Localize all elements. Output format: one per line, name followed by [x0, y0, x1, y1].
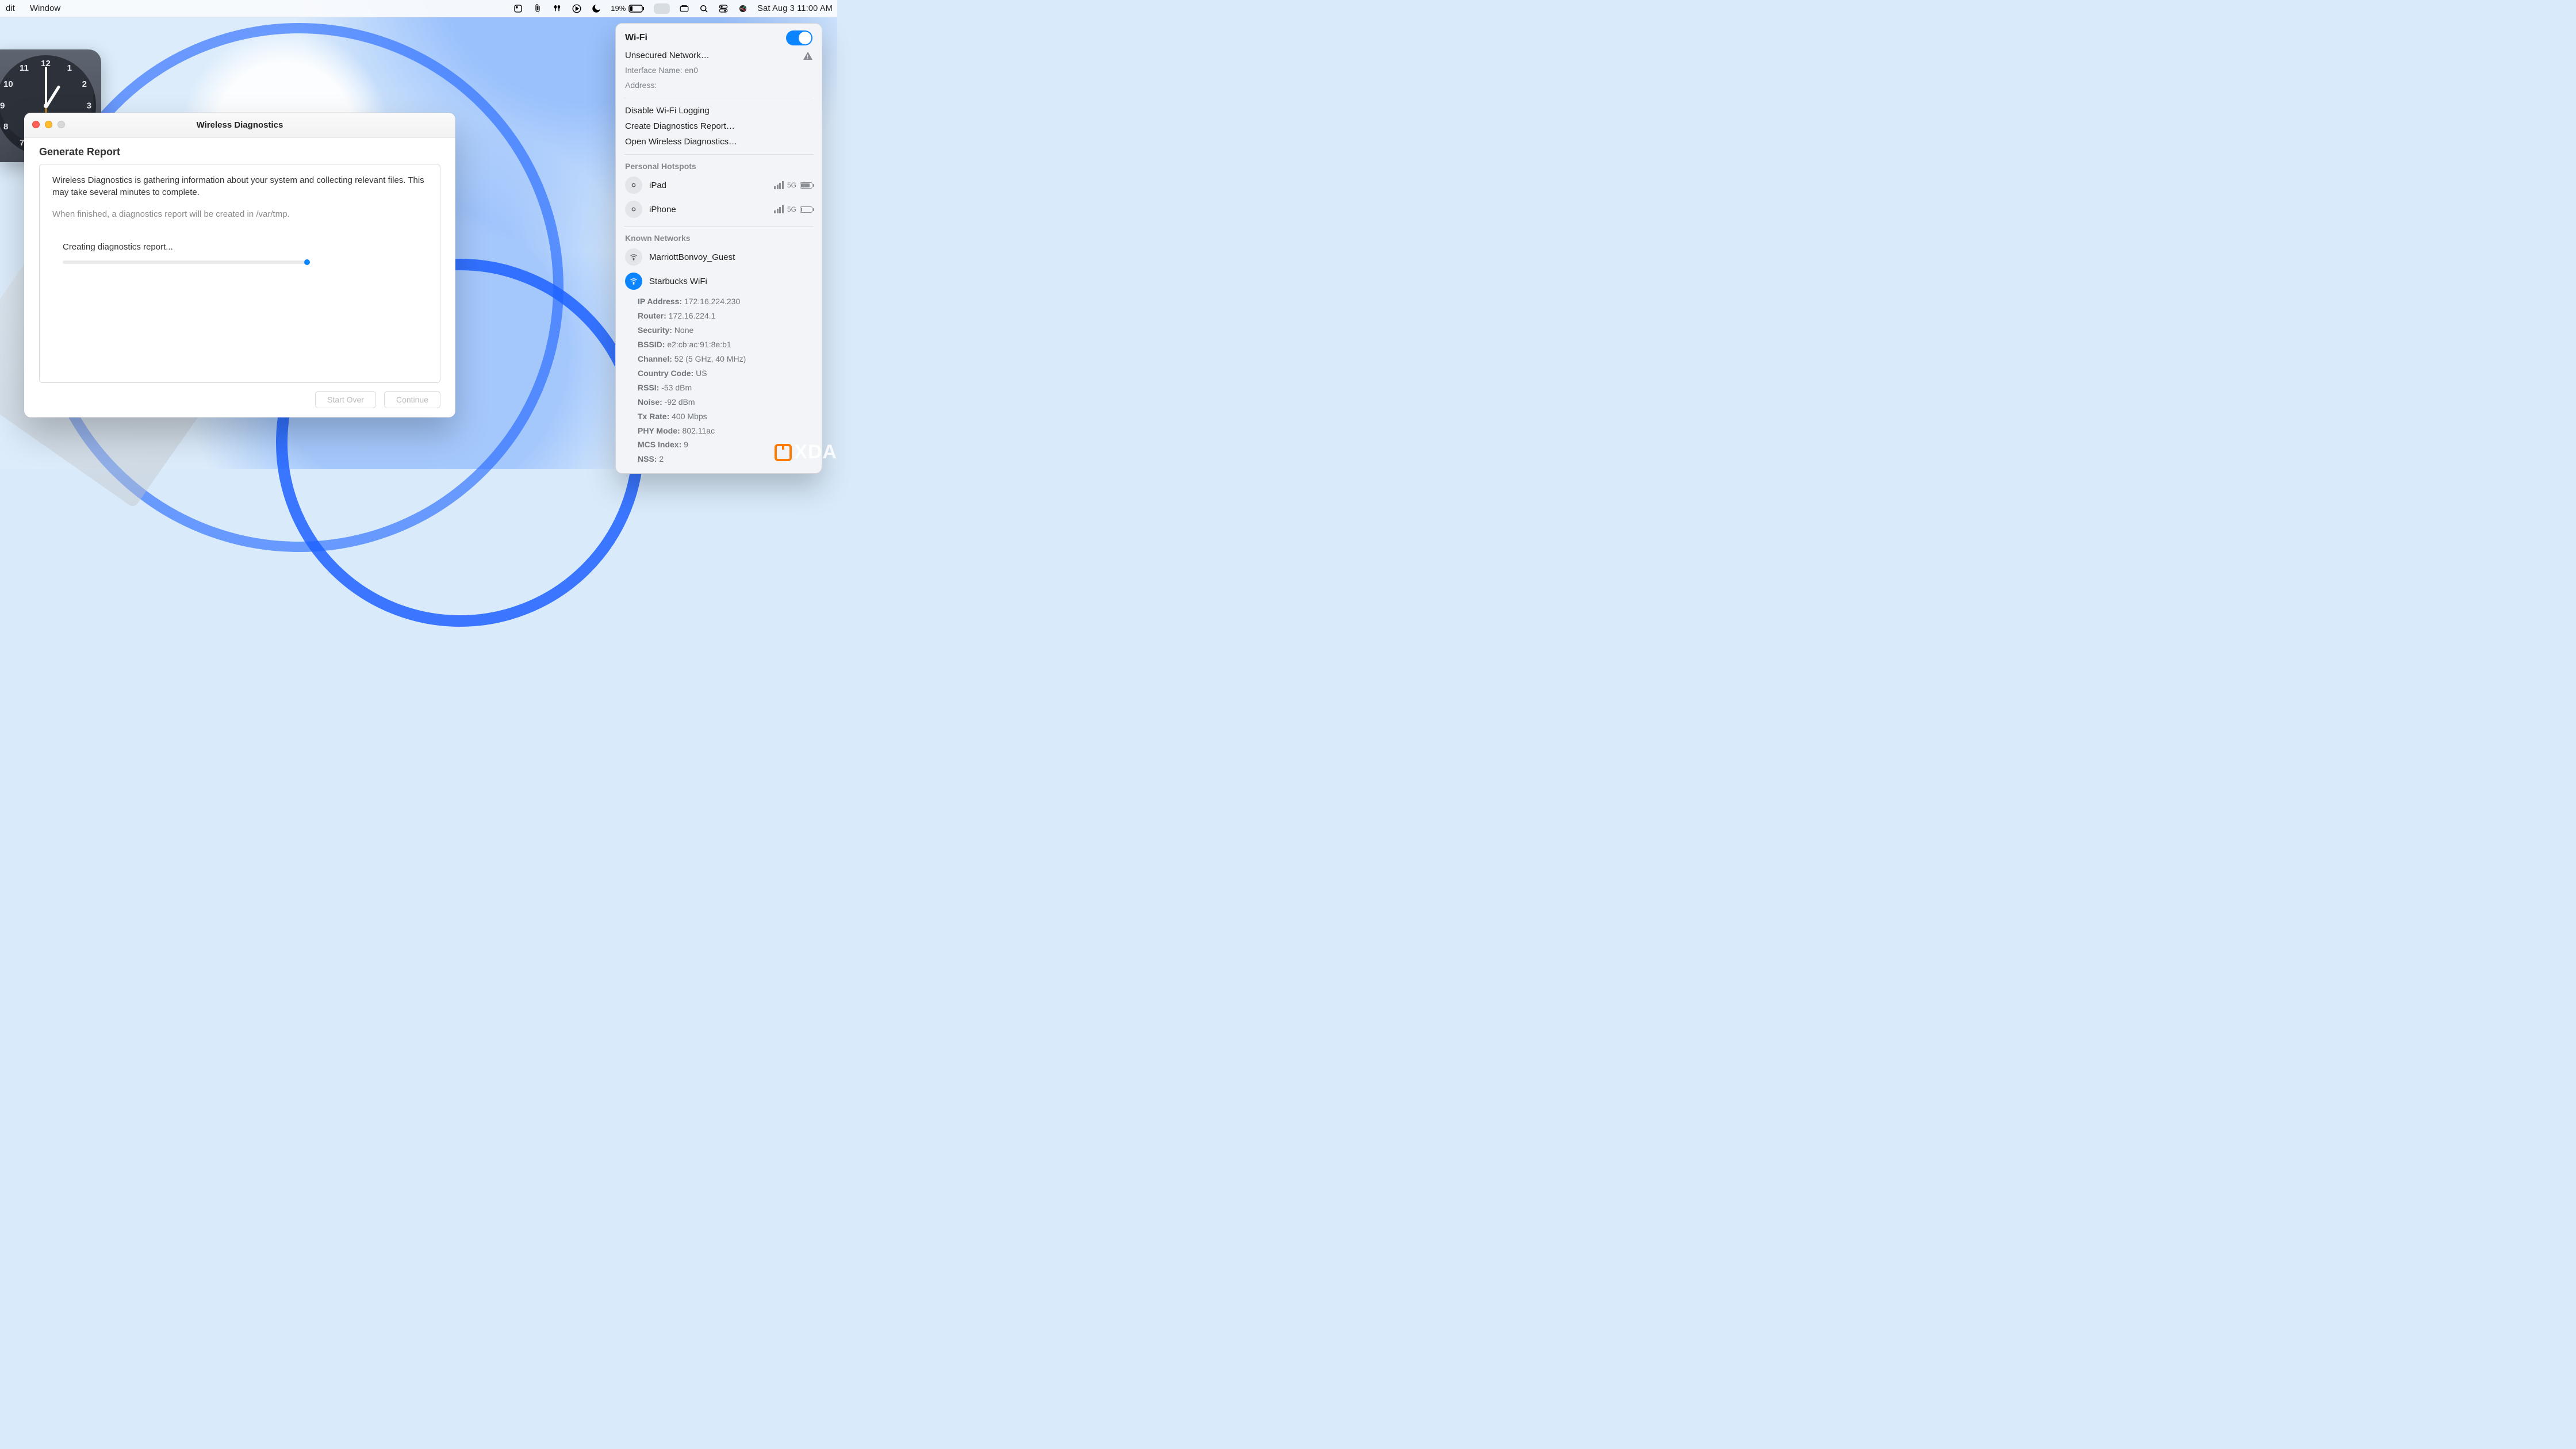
known-network-item[interactable]: MarriottBonvoy_Guest [616, 245, 822, 269]
close-window-button[interactable] [32, 121, 40, 128]
detail-row: Channel: 52 (5 GHz, 40 MHz) [638, 352, 812, 366]
network-name: MarriottBonvoy_Guest [649, 252, 812, 262]
detail-row: Tx Rate: 400 Mbps [638, 409, 812, 424]
xda-logo-icon [775, 444, 792, 461]
battery-percent-label: 19% [611, 4, 626, 13]
play-icon[interactable] [572, 3, 582, 14]
panel-text-1: Wireless Diagnostics is gathering inform… [52, 175, 427, 198]
hotspot-band: 5G [787, 205, 796, 213]
menu-item-edit[interactable]: dit [6, 3, 15, 13]
known-networks-header: Known Networks [616, 231, 822, 245]
progress-bar [63, 260, 310, 264]
detail-row: IP Address: 172.16.224.230 [638, 294, 812, 309]
spotlight-icon[interactable] [699, 3, 709, 14]
hotspot-item[interactable]: iPhone 5G [616, 197, 822, 221]
create-diagnostics-report[interactable]: Create Diagnostics Report… [616, 118, 822, 134]
wifi-menubar-icon[interactable] [654, 3, 670, 14]
airpods-icon[interactable] [552, 3, 562, 14]
xda-text: XDA [794, 441, 837, 463]
window-titlebar[interactable]: Wireless Diagnostics [24, 113, 455, 138]
detail-row: BSSID: e2:cb:ac:91:8e:b1 [638, 338, 812, 352]
stage-manager-icon[interactable] [513, 3, 523, 14]
wireless-diagnostics-window: Wireless Diagnostics Generate Report Wir… [24, 113, 455, 417]
signal-icon [774, 181, 784, 189]
detail-row: PHY Mode: 802.11ac [638, 424, 812, 438]
personal-hotspots-header: Personal Hotspots [616, 159, 822, 173]
progress-label: Creating diagnostics report... [63, 241, 427, 254]
report-panel: Wireless Diagnostics is gathering inform… [39, 164, 440, 383]
hotspot-name: iPad [649, 181, 767, 190]
window-title: Wireless Diagnostics [197, 120, 283, 130]
detail-row: Noise: -92 dBm [638, 395, 812, 409]
do-not-disturb-icon[interactable] [591, 3, 601, 14]
hotspot-battery-icon [800, 182, 812, 189]
open-wireless-diagnostics[interactable]: Open Wireless Diagnostics… [616, 134, 822, 150]
hotspot-battery-icon [800, 206, 812, 213]
section-heading: Generate Report [39, 146, 440, 158]
menu-item-window[interactable]: Window [30, 3, 60, 13]
signal-icon [774, 205, 784, 213]
zoom-window-button[interactable] [57, 121, 65, 128]
detail-row: Security: None [638, 323, 812, 338]
hotspot-name: iPhone [649, 205, 767, 214]
hotspot-icon [625, 201, 642, 218]
known-network-item-active[interactable]: Starbucks WiFi [616, 269, 822, 293]
xda-watermark: XDA [775, 441, 837, 463]
detail-row: RSSI: -53 dBm [638, 381, 812, 395]
wifi-title: Wi-Fi [625, 33, 647, 43]
unsecured-network-label[interactable]: Unsecured Network… [625, 49, 710, 62]
warning-icon [803, 52, 812, 60]
minimize-window-button[interactable] [45, 121, 52, 128]
siri-icon[interactable] [738, 3, 748, 14]
panel-text-2: When finished, a diagnostics report will… [52, 209, 427, 221]
detail-row: Country Code: US [638, 366, 812, 381]
hotspot-icon [625, 177, 642, 194]
wifi-menu-panel: Wi-Fi Unsecured Network… Interface Name:… [615, 23, 822, 474]
continue-button[interactable]: Continue [384, 391, 440, 408]
wifi-toggle[interactable] [786, 30, 812, 45]
disable-wifi-logging[interactable]: Disable Wi-Fi Logging [616, 103, 822, 118]
interface-row: Interface Name: en0 [625, 64, 698, 77]
address-row: Address: [625, 79, 657, 92]
hotspot-band: 5G [787, 181, 796, 189]
keyboard-input-icon[interactable] [679, 3, 689, 14]
battery-status[interactable]: 19% [611, 4, 645, 13]
attachment-icon[interactable] [532, 3, 543, 14]
start-over-button[interactable]: Start Over [315, 391, 376, 408]
detail-row: Router: 172.16.224.1 [638, 309, 812, 323]
wifi-icon [625, 248, 642, 266]
network-name: Starbucks WiFi [649, 277, 812, 286]
menubar: dit Window 19% [0, 0, 837, 17]
menubar-clock[interactable]: Sat Aug 3 11:00 AM [757, 4, 833, 13]
wifi-icon [625, 273, 642, 290]
hotspot-item[interactable]: iPad 5G [616, 173, 822, 197]
control-center-icon[interactable] [718, 3, 729, 14]
